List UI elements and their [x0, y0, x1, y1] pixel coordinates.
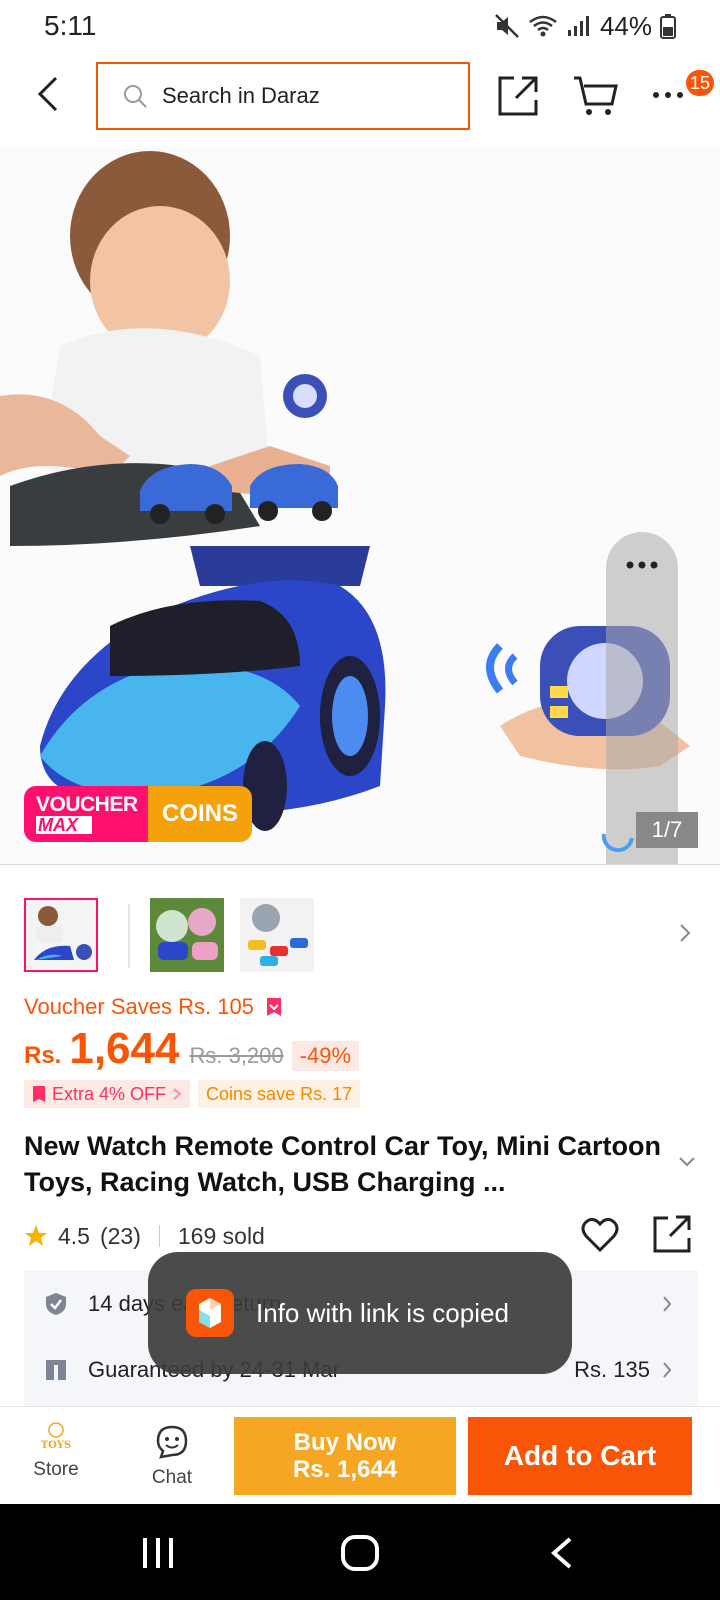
battery-icon [660, 14, 676, 39]
divider [0, 864, 720, 865]
thumbnail-strip [24, 898, 704, 974]
coins-badge: COINS [148, 786, 252, 842]
chat-icon [156, 1425, 188, 1459]
daraz-logo-icon [186, 1289, 234, 1337]
svg-text:TOYS: TOYS [41, 1440, 72, 1451]
product-image-carousel[interactable] [0, 146, 720, 864]
star-icon [25, 1225, 47, 1246]
rating-value: 4.5 [58, 1222, 90, 1249]
home-icon[interactable] [340, 1534, 380, 1572]
store-button[interactable]: TOYS Store [16, 1415, 96, 1499]
sold-count: 169 sold [177, 1222, 265, 1249]
voucher-max-badge: VOUCHER MAX [24, 786, 148, 842]
image-counter: 1/7 [636, 812, 698, 848]
store-logo-icon: TOYS [41, 1422, 72, 1451]
notification-badge: 15 [686, 70, 715, 96]
search-input[interactable]: Search in Daraz [96, 62, 470, 130]
chevron-down-icon[interactable] [678, 1156, 696, 1168]
bottom-action-bar: TOYS Store Chat Buy Now Rs. 1,644 Add to… [0, 1406, 720, 1504]
delivery-fee: Rs. 135 [574, 1357, 650, 1382]
voucher-icon [33, 1086, 45, 1102]
chat-button[interactable]: Chat [132, 1415, 212, 1499]
heart-icon[interactable] [580, 1216, 620, 1254]
share-icon[interactable] [496, 74, 540, 118]
more-options-icon[interactable] [624, 560, 660, 570]
product-title: New Watch Remote Control Car Toy, Mini C… [24, 1131, 662, 1197]
coins-save-chip[interactable]: Coins save Rs. 17 [198, 1080, 361, 1108]
voucher-saves-text: Voucher Saves Rs. 105 [24, 994, 282, 1020]
thumbnail-2[interactable] [150, 898, 224, 972]
status-icons: 44% [494, 11, 676, 42]
chevron-right-icon [663, 1296, 672, 1312]
package-icon [46, 1360, 66, 1380]
thumbnail-image [240, 898, 314, 972]
buy-now-button[interactable]: Buy Now Rs. 1,644 [234, 1417, 456, 1495]
shield-check-icon [46, 1293, 66, 1315]
extra-off-chip[interactable]: Extra 4% OFF [24, 1080, 191, 1108]
back-arrow-icon[interactable] [30, 72, 70, 116]
more-options-icon[interactable] [650, 88, 690, 102]
toast-message: Info with link is copied [256, 1297, 509, 1328]
toast-notification: Info with link is copied [148, 1252, 572, 1374]
battery-percent: 44% [599, 10, 652, 41]
thumbnail-image [26, 900, 96, 970]
cart-icon[interactable] [572, 74, 618, 118]
current-price: 1,644 [69, 1024, 180, 1073]
wifi-icon [529, 15, 557, 37]
add-to-cart-button[interactable]: Add to Cart [468, 1417, 692, 1495]
chevron-right-icon[interactable] [678, 922, 692, 944]
back-icon[interactable] [548, 1536, 574, 1570]
price-currency: Rs. [24, 1042, 62, 1069]
thumbnail-1[interactable] [24, 898, 98, 972]
original-price: Rs. 3,200 [189, 1043, 284, 1068]
rating-row[interactable]: 4.5 (23) 169 sold [24, 1218, 265, 1254]
loading-spinner-icon [601, 833, 634, 853]
search-icon [124, 85, 147, 108]
voucher-icon [266, 998, 281, 1016]
thumbnail-image [150, 898, 224, 972]
discount-badge: -49% [291, 1041, 359, 1071]
chevron-right-icon [663, 1362, 672, 1378]
top-header: Search in Daraz 15 [0, 58, 720, 134]
review-count: (23) [99, 1222, 141, 1249]
search-placeholder: Search in Daraz [162, 83, 320, 108]
chevron-right-icon [173, 1088, 182, 1100]
status-time: 5:11 [44, 10, 97, 41]
promo-row: Extra 4% OFF Coins save Rs. 17 [24, 1080, 361, 1108]
divider [128, 904, 130, 968]
system-nav-bar [0, 1504, 720, 1600]
thumbnail-3[interactable] [240, 898, 314, 972]
status-bar: 5:11 44% [0, 0, 720, 52]
signal-icon [567, 16, 589, 36]
share-icon[interactable] [652, 1214, 692, 1254]
mute-icon [495, 14, 519, 38]
price-row: Rs. 1,644 Rs. 3,200 -49% [24, 1024, 359, 1084]
recent-apps-icon[interactable] [140, 1536, 176, 1570]
divider [158, 1225, 160, 1247]
